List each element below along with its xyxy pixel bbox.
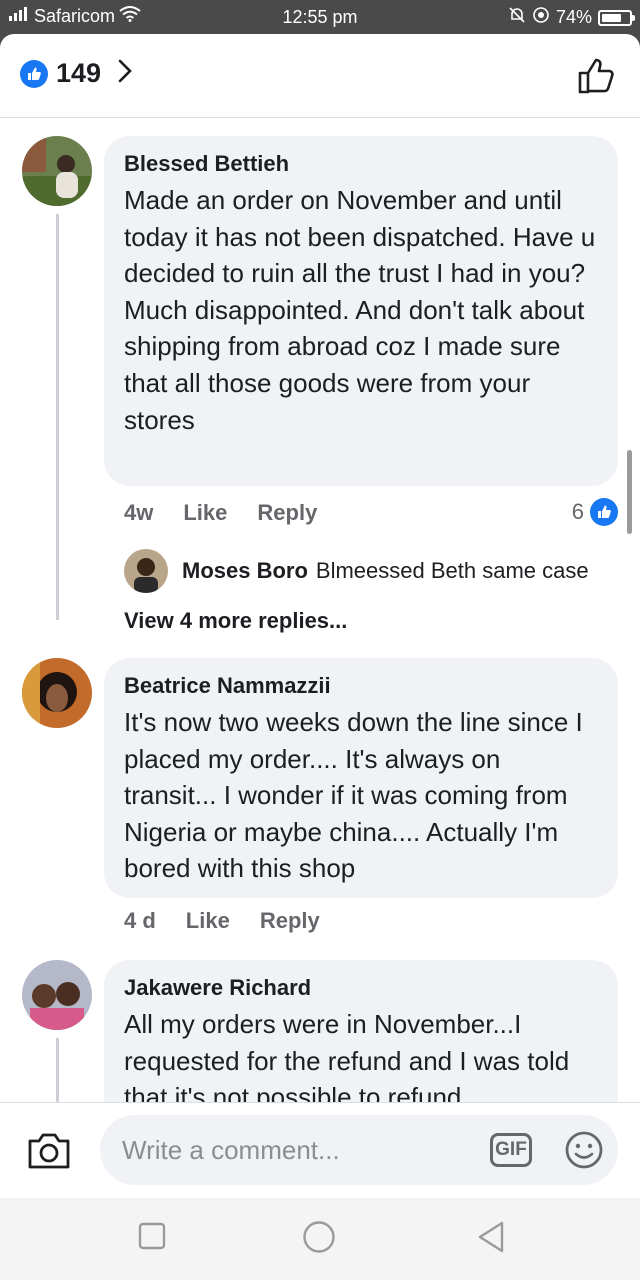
home-button[interactable] (302, 1220, 336, 1259)
comment-bubble[interactable]: Beatrice Nammazzii It's now two weeks do… (104, 658, 618, 898)
like-post-button[interactable] (576, 56, 616, 101)
recents-button[interactable] (138, 1222, 166, 1255)
thumbs-up-icon (578, 58, 614, 94)
square-icon (138, 1222, 166, 1250)
avatar[interactable] (22, 658, 92, 728)
reply-preview[interactable]: Moses Boro Blmeessed Beth same case (124, 549, 589, 593)
like-reaction-icon (590, 498, 618, 526)
reply-text: Blmeessed Beth same case (315, 558, 589, 583)
reply-button[interactable]: Reply (257, 500, 317, 526)
like-button[interactable]: Like (186, 908, 230, 934)
comment-text: All my orders were in November...I reque… (124, 1009, 570, 1113)
emoji-button[interactable] (564, 1130, 604, 1175)
comment-input-placeholder: Write a comment... (122, 1135, 340, 1165)
comment-input[interactable]: Write a comment... GIF (100, 1115, 618, 1185)
comment-time: 4 d (124, 908, 156, 933)
reactions-summary[interactable]: 149 (20, 58, 133, 89)
comment-author[interactable]: Blessed Bettieh (124, 150, 598, 178)
like-button[interactable]: Like (183, 500, 227, 526)
system-nav-bar (0, 1198, 640, 1280)
avatar[interactable] (22, 960, 92, 1030)
comment-author[interactable]: Beatrice Nammazzii (124, 672, 598, 700)
mute-bell-icon (508, 6, 526, 29)
reply-author[interactable]: Moses Boro (182, 558, 308, 584)
triangle-back-icon (478, 1221, 504, 1253)
comment-composer: Write a comment... GIF (0, 1102, 640, 1198)
scrollbar[interactable] (627, 450, 632, 534)
reactions-header: 149 (0, 34, 640, 118)
comment-text: Made an order on November and until toda… (124, 185, 596, 435)
reaction-count[interactable]: 6 (572, 498, 618, 526)
comment-text: It's now two weeks down the line since I… (124, 707, 583, 884)
camera-icon (28, 1133, 70, 1169)
comment-author[interactable]: Jakawere Richard (124, 974, 598, 1002)
gif-button[interactable]: GIF (490, 1133, 532, 1167)
comment-time: 4w (124, 500, 154, 525)
comments-sheet: 149 Blessed Bettieh Made an order on Nov… (0, 34, 640, 1280)
reply-avatar[interactable] (124, 549, 168, 593)
battery-icon (598, 9, 635, 26)
comment-bubble[interactable]: Blessed Bettieh Made an order on Novembe… (104, 136, 618, 486)
reply-button[interactable]: Reply (260, 908, 320, 934)
like-count: 149 (56, 58, 102, 88)
chevron-right-icon (117, 58, 133, 89)
comment-actions: 4w Like Reply (124, 500, 317, 526)
like-reaction-icon (20, 59, 48, 88)
reaction-count-value: 6 (571, 499, 584, 524)
status-bar: Safaricom 12:55 pm 74% (0, 0, 640, 34)
reply-thread-line (56, 214, 59, 620)
reply-thread-line (56, 1038, 59, 1108)
view-more-replies-link[interactable]: View 4 more replies... (124, 608, 347, 634)
comment-actions: 4 d Like Reply (124, 908, 320, 934)
circle-icon (303, 1221, 335, 1253)
emoji-icon (565, 1131, 603, 1169)
battery-percent: 74% (555, 7, 592, 27)
avatar[interactable] (22, 136, 92, 206)
camera-button[interactable] (26, 1131, 72, 1176)
back-button[interactable] (476, 1220, 506, 1259)
data-saver-icon (532, 6, 550, 29)
